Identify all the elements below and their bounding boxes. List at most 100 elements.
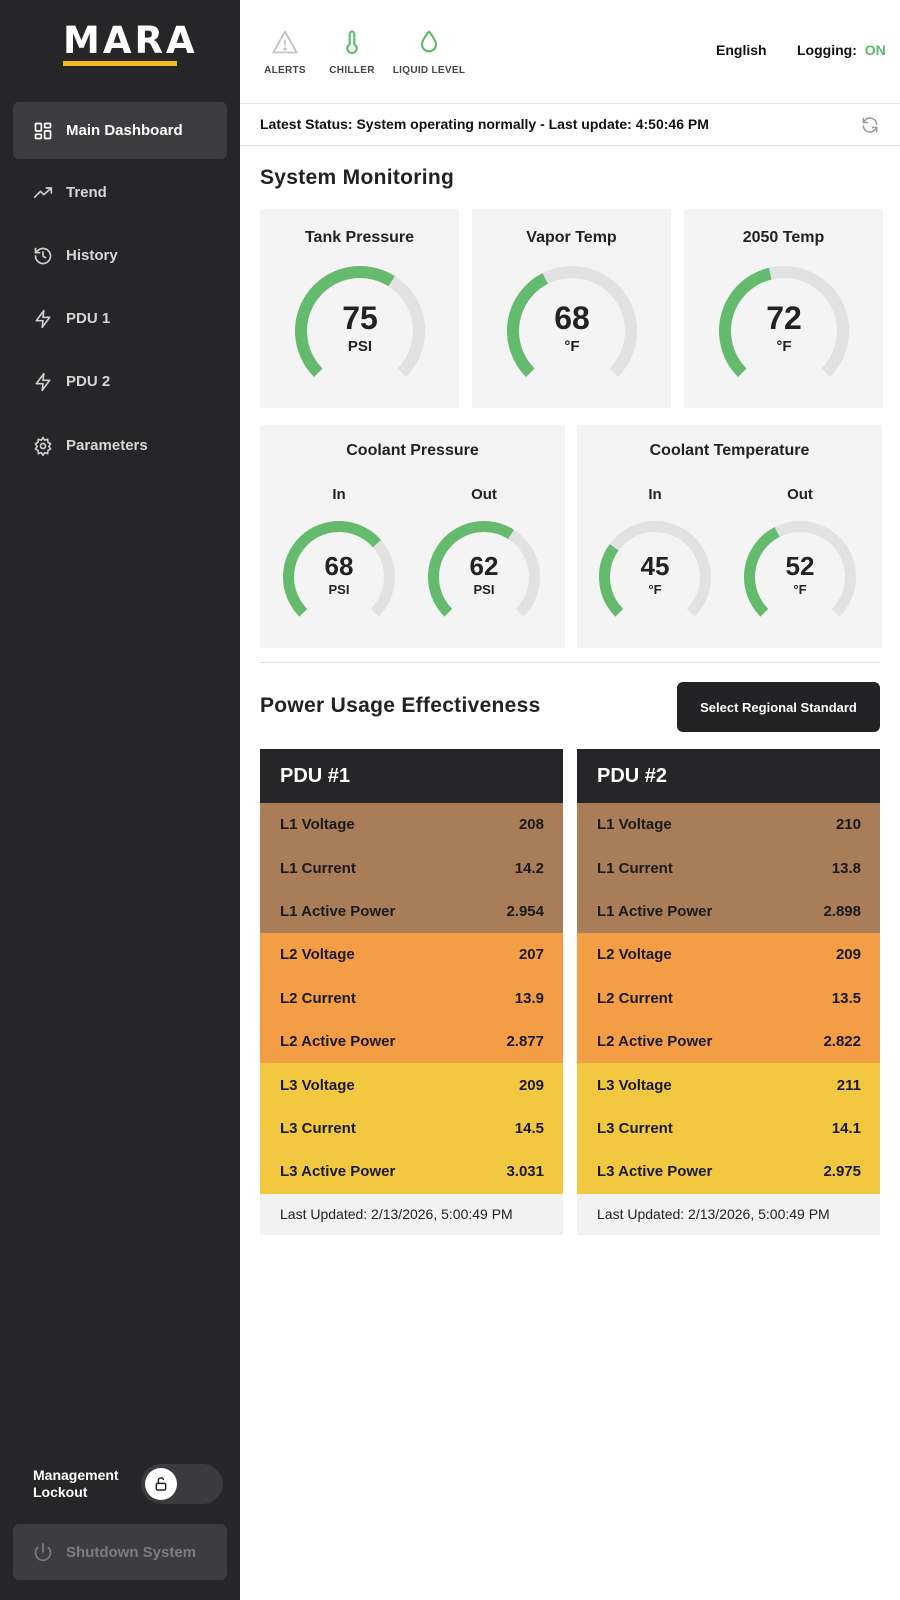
select-regional-standard-button[interactable]: Select Regional Standard <box>677 682 880 732</box>
mara-logo[interactable]: MARA <box>63 22 195 66</box>
section-divider <box>260 662 880 663</box>
row-label: L2 Current <box>280 989 356 1007</box>
chiller-button[interactable]: CHILLER <box>312 28 392 76</box>
gauge-unit: °F <box>793 582 807 597</box>
row-label: L2 Voltage <box>280 946 355 964</box>
table-row: L2 Voltage 209 <box>577 933 880 977</box>
coolant-pressure-card: Coolant Pressure In Out 68 PSI 62 PSI <box>260 425 565 648</box>
row-label: L3 Current <box>280 1119 356 1137</box>
row-label: L3 Voltage <box>280 1076 355 1094</box>
lightning-icon <box>35 372 51 391</box>
table-row: L3 Voltage 211 <box>577 1063 880 1107</box>
tank-pressure-card: Tank Pressure 75 PSI <box>260 209 459 408</box>
table-row: L1 Current 14.2 <box>260 846 563 890</box>
table-row: L3 Current 14.5 <box>260 1106 563 1151</box>
row-label: L3 Voltage <box>597 1076 672 1094</box>
row-value: 2.822 <box>823 1033 861 1051</box>
toggle-knob <box>145 1468 177 1500</box>
vapor-temp-card: Vapor Temp 68 °F <box>472 209 671 408</box>
sidebar-item-parameters[interactable]: Parameters <box>13 417 227 474</box>
row-value: 2.975 <box>823 1163 861 1181</box>
row-label: L2 Current <box>597 989 673 1007</box>
logging-label: Logging: <box>797 42 857 58</box>
row-label: L1 Active Power <box>280 902 396 920</box>
sidebar-item-pdu-2[interactable]: PDU 2 <box>13 353 227 410</box>
gauge-title: Vapor Temp <box>526 229 617 246</box>
pdu-title: PDU #1 <box>260 749 563 803</box>
table-row: L1 Active Power 2.954 <box>260 889 563 934</box>
sidebar: MARA Main Dashboard Trend History PDU 1 … <box>0 0 240 1600</box>
table-row: L2 Active Power 2.877 <box>260 1019 563 1064</box>
card-title: Coolant Pressure <box>346 442 479 459</box>
table-row: L3 Active Power 3.031 <box>260 1150 563 1194</box>
trend-icon <box>33 186 53 198</box>
in-label: In <box>648 486 662 503</box>
temp-2050-gauge: 72 °F <box>719 266 849 396</box>
lockout-toggle[interactable] <box>141 1464 223 1504</box>
status-bar: Latest Status: System operating normally… <box>240 104 900 146</box>
table-row: L2 Active Power 2.822 <box>577 1019 880 1064</box>
lightning-icon <box>35 309 51 328</box>
warning-icon <box>272 30 298 54</box>
pue-title: Power Usage Effectiveness <box>260 694 541 717</box>
table-row: L1 Active Power 2.898 <box>577 889 880 934</box>
coolant-pressure-out-gauge: 62 PSI <box>428 521 540 633</box>
row-value: 211 <box>836 1076 861 1094</box>
table-row: L2 Current 13.9 <box>260 976 563 1020</box>
table-row: L3 Active Power 2.975 <box>577 1150 880 1194</box>
top-bar: ALERTS CHILLER LIQUID LEVEL English Logg… <box>240 0 900 104</box>
chiller-label: CHILLER <box>329 65 375 76</box>
sidebar-item-label: PDU 1 <box>66 310 111 327</box>
gauge-value: 75 <box>342 300 378 336</box>
sidebar-item-history[interactable]: History <box>13 227 227 284</box>
sidebar-item-pdu-1[interactable]: PDU 1 <box>13 290 227 347</box>
language-selector[interactable]: English <box>716 42 767 58</box>
row-label: L2 Active Power <box>597 1033 713 1051</box>
history-icon <box>34 247 52 264</box>
table-row: L1 Voltage 210 <box>577 803 880 847</box>
row-label: L3 Current <box>597 1119 673 1137</box>
liquid-level-button[interactable]: LIQUID LEVEL <box>389 28 469 76</box>
row-label: L1 Voltage <box>597 816 672 834</box>
coolant-temp-out-gauge: 52 °F <box>744 521 856 633</box>
table-row: L3 Voltage 209 <box>260 1063 563 1107</box>
refresh-icon[interactable] <box>860 115 880 135</box>
in-label: In <box>332 486 346 503</box>
row-label: L1 Current <box>280 859 356 877</box>
shutdown-button[interactable]: Shutdown System <box>13 1524 227 1580</box>
gauge-unit: °F <box>776 338 792 355</box>
logging-toggle[interactable]: ON <box>865 42 886 58</box>
coolant-pressure-in-gauge: 68 PSI <box>283 521 395 633</box>
unlock-icon <box>155 1477 167 1491</box>
table-row: L2 Voltage 207 <box>260 933 563 977</box>
thermometer-icon <box>346 30 358 55</box>
pdu-2-table: PDU #2 L1 Voltage 210 L1 Current 13.8 L1 A… <box>577 749 880 1235</box>
gauge-title: Tank Pressure <box>304 229 415 246</box>
row-label: L2 Voltage <box>597 946 672 964</box>
table-row: L3 Current 14.1 <box>577 1106 880 1151</box>
shutdown-label: Shutdown System <box>66 1543 197 1561</box>
vapor-temp-gauge: 68 °F <box>507 266 637 396</box>
status-text: Latest Status: System operating normally… <box>260 116 709 132</box>
sidebar-item-trend[interactable]: Trend <box>13 164 227 221</box>
table-row: L2 Current 13.5 <box>577 976 880 1020</box>
management-lockout: Management Lockout <box>33 1464 223 1506</box>
droplet-icon <box>420 30 438 53</box>
row-value: 208 <box>518 816 544 834</box>
row-label: L2 Active Power <box>280 1033 396 1051</box>
row-label: L1 Voltage <box>280 816 355 834</box>
row-value: 13.8 <box>831 859 861 877</box>
system-monitoring-title: System Monitoring <box>260 166 455 189</box>
row-value: 2.954 <box>506 902 544 920</box>
row-label: L3 Active Power <box>280 1163 396 1181</box>
row-value: 207 <box>518 946 544 964</box>
sidebar-item-label: PDU 2 <box>66 373 111 390</box>
row-value: 2.898 <box>823 902 861 920</box>
power-icon <box>34 1542 52 1562</box>
sidebar-item-label: Trend <box>66 184 107 201</box>
row-value: 14.1 <box>831 1119 861 1137</box>
gauge-unit: °F <box>648 582 662 597</box>
sidebar-item-main-dashboard[interactable]: Main Dashboard <box>13 102 227 159</box>
gauge-value: 45 <box>640 551 670 581</box>
out-label: Out <box>471 486 497 503</box>
